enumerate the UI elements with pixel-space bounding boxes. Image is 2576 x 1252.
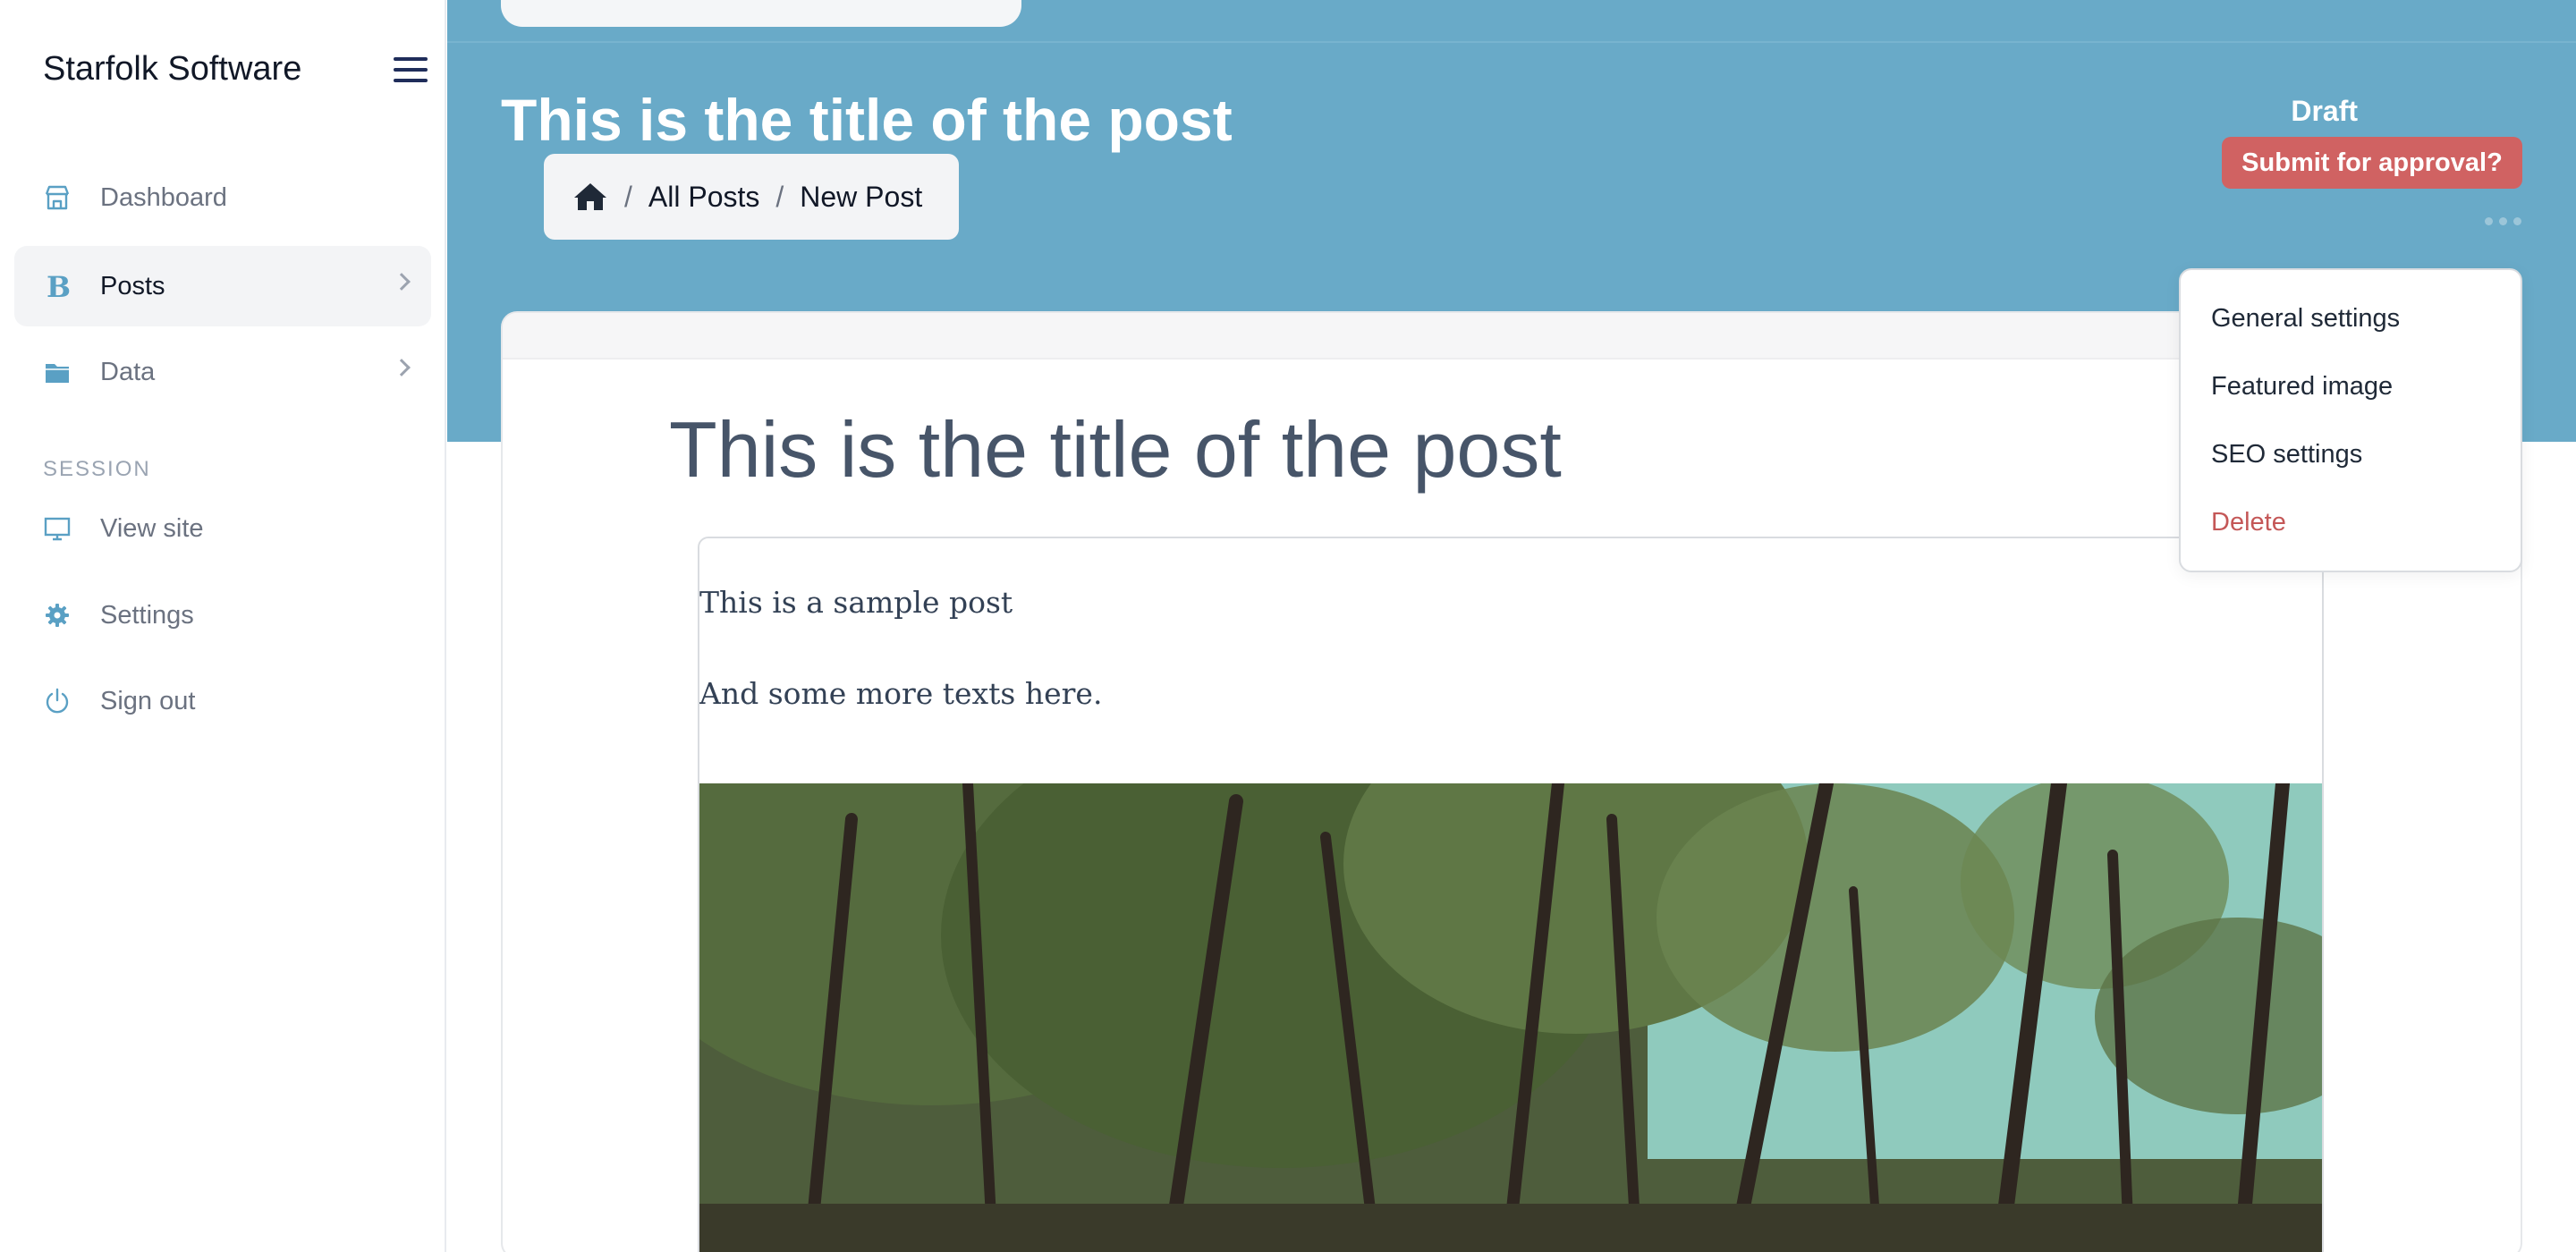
content-paragraph: And some more texts here. bbox=[699, 676, 1103, 711]
chevron-right-icon bbox=[393, 359, 411, 376]
sidebar-item-label: Posts bbox=[100, 271, 165, 300]
content-paragraph: This is a sample post bbox=[699, 585, 1013, 620]
breadcrumb-separator: / bbox=[775, 180, 784, 213]
post-options-menu: General settings Featured image SEO sett… bbox=[2179, 268, 2522, 572]
submit-for-approval-button[interactable]: Submit for approval? bbox=[2222, 137, 2522, 189]
editor-title-input[interactable]: This is the title of the post bbox=[669, 404, 1562, 495]
home-icon[interactable] bbox=[572, 181, 608, 213]
page-title: This is the title of the post bbox=[501, 87, 1233, 153]
sidebar-item-label: Dashboard bbox=[100, 182, 227, 212]
sidebar-item-posts[interactable]: B Posts bbox=[14, 246, 431, 326]
content-image bbox=[699, 783, 2322, 1252]
sidebar-item-data[interactable]: Data bbox=[14, 332, 431, 412]
breadcrumb: / All Posts / New Post bbox=[544, 154, 959, 240]
menu-item-general-settings[interactable]: General settings bbox=[2211, 304, 2400, 334]
sidebar-item-sign-out[interactable]: Sign out bbox=[14, 661, 431, 741]
sidebar-item-label: Data bbox=[100, 357, 156, 386]
sidebar-item-label: Sign out bbox=[100, 686, 196, 715]
sidebar-item-dashboard[interactable]: Dashboard bbox=[14, 157, 431, 238]
bold-b-icon: B bbox=[43, 272, 72, 300]
breadcrumb-current-new-post: New Post bbox=[800, 180, 923, 213]
monitor-icon bbox=[43, 514, 72, 543]
gear-icon bbox=[43, 601, 72, 630]
sidebar-item-view-site[interactable]: View site bbox=[14, 488, 431, 569]
menu-item-featured-image[interactable]: Featured image bbox=[2211, 372, 2393, 402]
status-badge: Draft bbox=[2291, 95, 2358, 127]
chevron-right-icon bbox=[393, 273, 411, 291]
breadcrumb-separator: / bbox=[624, 180, 632, 213]
store-icon bbox=[43, 183, 72, 212]
top-search-pill[interactable] bbox=[501, 0, 1021, 27]
section-label-session: SESSION bbox=[43, 457, 151, 481]
folder-icon bbox=[43, 358, 72, 386]
header-divider bbox=[447, 41, 2576, 43]
sidebar-item-settings[interactable]: Settings bbox=[14, 575, 431, 656]
editor-content[interactable]: This is a sample post And some more text… bbox=[698, 537, 2324, 1252]
sidebar-item-label: View site bbox=[100, 513, 204, 543]
sidebar: Starfolk Software Dashboard B Posts Data… bbox=[0, 0, 446, 1252]
menu-item-seo-settings[interactable]: SEO settings bbox=[2211, 440, 2362, 470]
sidebar-item-label: Settings bbox=[100, 600, 194, 630]
breadcrumb-link-all-posts[interactable]: All Posts bbox=[648, 181, 759, 214]
brand-name: Starfolk Software bbox=[43, 50, 302, 88]
svg-text:B: B bbox=[47, 272, 71, 300]
menu-item-delete[interactable]: Delete bbox=[2211, 508, 2286, 537]
hamburger-menu-icon[interactable] bbox=[394, 57, 428, 82]
more-options-icon[interactable] bbox=[2485, 217, 2521, 225]
power-icon bbox=[43, 687, 72, 715]
